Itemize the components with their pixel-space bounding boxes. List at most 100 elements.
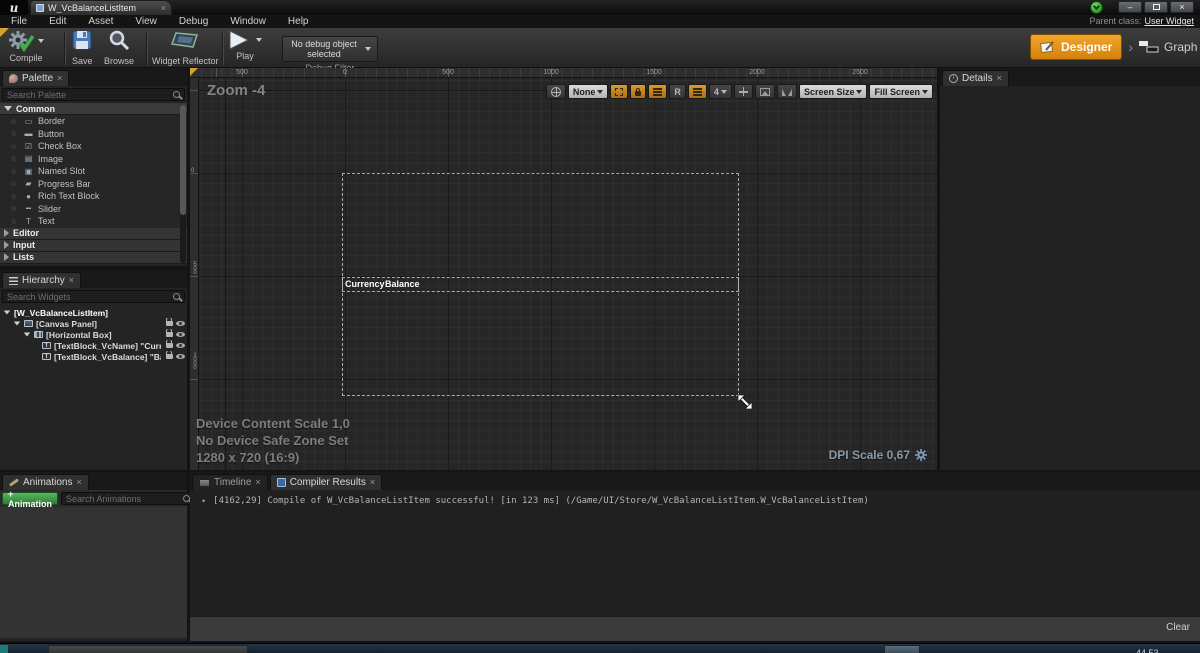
tree-node-root[interactable]: [W_VcBalanceListItem] — [0, 307, 187, 318]
animations-search-input[interactable] — [66, 494, 183, 504]
design-grid-surface[interactable]: Zoom -4 None R 4 Screen Size Fill Screen — [199, 78, 937, 470]
favorite-star-icon[interactable]: ☆ — [10, 204, 19, 213]
menu-window[interactable]: Window — [219, 16, 277, 27]
hierarchy-search[interactable] — [2, 290, 185, 303]
unreal-logo-icon[interactable]: u — [0, 0, 28, 15]
favorite-star-icon[interactable]: ☆ — [10, 179, 19, 188]
browse-button[interactable]: Browse — [104, 30, 134, 66]
palette-section-common[interactable]: Common — [0, 103, 187, 115]
lock-icon[interactable] — [166, 354, 173, 359]
menu-debug[interactable]: Debug — [168, 16, 219, 27]
currency-text-widget[interactable]: Currency — [345, 279, 385, 289]
asset-tab-close-icon[interactable]: × — [161, 4, 166, 13]
compile-options-caret-icon[interactable] — [38, 39, 44, 43]
lock-widgets-button[interactable] — [630, 84, 646, 99]
source-control-status-icon[interactable] — [1090, 1, 1103, 14]
animations-search[interactable] — [61, 492, 195, 505]
resize-cursor-icon[interactable] — [737, 394, 753, 410]
palette-item-text[interactable]: ☆TText — [0, 215, 187, 228]
lock-icon[interactable] — [166, 332, 173, 337]
palette-search-input[interactable] — [7, 90, 173, 100]
dpi-settings-gear-icon[interactable] — [915, 449, 927, 461]
favorite-star-icon[interactable]: ☆ — [10, 117, 19, 126]
expanded-arrow-icon[interactable] — [14, 322, 20, 326]
favorite-star-icon[interactable]: ☆ — [10, 154, 19, 163]
favorite-star-icon[interactable]: ☆ — [10, 217, 19, 226]
expanded-arrow-icon[interactable] — [24, 333, 30, 337]
lock-icon[interactable] — [166, 343, 173, 348]
lock-icon[interactable] — [166, 321, 173, 326]
palette-scrollbar-thumb[interactable] — [180, 105, 186, 215]
graph-mode-button[interactable]: Graph — [1139, 40, 1197, 54]
balance-text-widget[interactable]: Balance — [385, 279, 420, 289]
collapsed-arrow-icon[interactable] — [4, 229, 9, 237]
menu-file[interactable]: File — [0, 16, 38, 27]
menu-asset[interactable]: Asset — [77, 16, 124, 27]
fill-screen-button[interactable]: Fill Screen — [869, 84, 933, 99]
palette-scrollbar[interactable] — [180, 105, 186, 263]
palette-item-image[interactable]: ☆▤Image — [0, 153, 187, 166]
screen-size-button[interactable]: Screen Size — [799, 84, 868, 99]
palette-item-slider[interactable]: ☆━Slider — [0, 203, 187, 216]
tree-node-textblock-vcname[interactable]: T [TextBlock_VcName] "Currency — [0, 340, 187, 351]
palette-item-checkbox[interactable]: ☆☑Check Box — [0, 140, 187, 153]
menu-help[interactable]: Help — [277, 16, 320, 27]
grid-snap-toggle-button[interactable] — [688, 84, 707, 99]
raw-edit-button[interactable]: R — [669, 84, 686, 99]
maximize-button[interactable] — [1144, 1, 1168, 13]
compile-button[interactable]: Compile — [8, 30, 44, 66]
debug-object-combo[interactable]: No debug object selected — [282, 36, 378, 62]
expanded-arrow-icon[interactable] — [4, 106, 12, 111]
favorite-star-icon[interactable]: ☆ — [10, 129, 19, 138]
hierarchy-search-input[interactable] — [7, 292, 173, 302]
compiler-results-tab-close-icon[interactable]: × — [370, 478, 375, 487]
widget-reflector-button[interactable]: Widget Reflector — [152, 30, 218, 66]
animations-tab-close-icon[interactable]: × — [76, 478, 81, 487]
details-tab-close-icon[interactable]: × — [997, 74, 1002, 83]
minimize-button[interactable]: – — [1118, 1, 1142, 13]
menu-view[interactable]: View — [124, 16, 168, 27]
respect-locks-button[interactable] — [648, 84, 667, 99]
collapsed-arrow-icon[interactable] — [4, 241, 9, 249]
favorite-star-icon[interactable]: ☆ — [10, 192, 19, 201]
expanded-arrow-icon[interactable] — [4, 311, 10, 315]
designer-mode-button[interactable]: Designer — [1030, 34, 1122, 60]
asset-tab[interactable]: W_VcBalanceListItem × — [30, 0, 172, 15]
taskbar-start-icon[interactable] — [0, 645, 8, 653]
timeline-tab-close-icon[interactable]: × — [255, 478, 260, 487]
save-button[interactable]: Save — [72, 30, 93, 66]
taskbar-window-button[interactable] — [48, 645, 248, 653]
palette-tab-close-icon[interactable]: × — [57, 74, 62, 83]
preview-background-button[interactable] — [755, 84, 775, 99]
details-tab[interactable]: i Details × — [942, 70, 1009, 86]
palette-section-lists[interactable]: Lists — [0, 252, 187, 264]
visibility-eye-icon[interactable] — [176, 343, 185, 348]
collapsed-arrow-icon[interactable] — [4, 253, 9, 261]
visibility-eye-icon[interactable] — [176, 354, 185, 359]
localization-preview-button[interactable] — [546, 84, 566, 99]
close-button[interactable]: × — [1170, 1, 1194, 13]
palette-item-button[interactable]: ☆▬Button — [0, 128, 187, 141]
palette-item-border[interactable]: ☆▭Border — [0, 115, 187, 128]
taskbar-tray-item[interactable] — [884, 645, 920, 653]
menu-edit[interactable]: Edit — [38, 16, 77, 27]
palette-item-rich-text-block[interactable]: ☆●Rich Text Block — [0, 190, 187, 203]
hierarchy-tab[interactable]: Hierarchy × — [2, 272, 81, 288]
palette-search[interactable] — [2, 88, 185, 101]
palette-tab[interactable]: Palette × — [2, 70, 69, 86]
tree-node-textblock-vcbalance[interactable]: T [TextBlock_VcBalance] "Balance — [0, 351, 187, 362]
tree-node-horizontal-box[interactable]: [Horizontal Box] — [0, 329, 187, 340]
tree-node-canvas-panel[interactable]: [Canvas Panel] — [0, 318, 187, 329]
add-animation-button[interactable]: + Animation — [2, 492, 58, 505]
palette-item-progress-bar[interactable]: ☆▰Progress Bar — [0, 178, 187, 191]
outline-toggle-button[interactable] — [610, 84, 628, 99]
palette-item-named-slot[interactable]: ☆▣Named Slot — [0, 165, 187, 178]
grid-snap-size-button[interactable]: 4 — [709, 84, 732, 99]
favorite-star-icon[interactable]: ☆ — [10, 142, 19, 151]
play-button[interactable]: Play — [228, 30, 262, 66]
flip-preview-button[interactable] — [777, 84, 797, 99]
parent-class-value[interactable]: User Widget — [1144, 16, 1194, 26]
anchor-tool-button[interactable] — [734, 84, 753, 99]
palette-section-input[interactable]: Input — [0, 240, 187, 252]
compiler-results-tab[interactable]: Compiler Results × — [270, 474, 382, 490]
